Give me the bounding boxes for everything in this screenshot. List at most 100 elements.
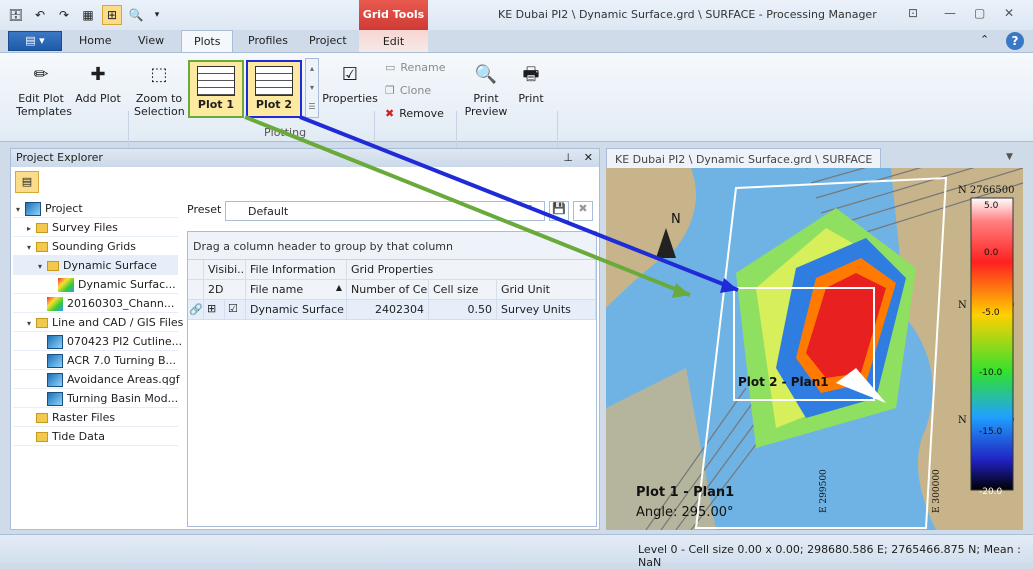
redo-icon[interactable]: ↷ — [54, 5, 74, 25]
table-row[interactable]: 🔗 ⊞ ☑ Dynamic Surface 2402304 0.50 Surve… — [188, 300, 596, 320]
svg-text:Plot 2 - Plan1: Plot 2 - Plan1 — [738, 375, 829, 389]
column-header[interactable]: Cell size — [429, 280, 497, 299]
column-header[interactable]: File name ▲ — [246, 280, 347, 299]
print-preview-button[interactable]: 🔍 Print Preview — [462, 59, 510, 118]
tree-item-label: 070423 PI2 Cutline... — [67, 335, 183, 348]
close-icon[interactable]: ✕ — [1004, 6, 1014, 20]
quick-access-toolbar: 🗄 ↶ ↷ ▦ ⊞ 🔍 ▾ — [6, 5, 164, 25]
file-menu-button[interactable]: ▤ ▾ — [8, 31, 62, 51]
collapse-ribbon-icon[interactable]: ⌃ — [980, 33, 989, 46]
tree-item[interactable]: ▾ Project — [13, 199, 178, 218]
tree-item[interactable]: Turning Basin Mod... — [13, 389, 178, 408]
expand-chevron-icon[interactable]: ▾ — [16, 200, 25, 219]
expand-chevron-icon[interactable]: ▸ — [27, 219, 36, 238]
expand-chevron-icon[interactable]: ▾ — [38, 257, 47, 276]
group-hint: Drag a column header to group by that co… — [188, 232, 596, 260]
restore-layout-icon[interactable]: ⊡ — [908, 6, 918, 20]
customize-qat-icon[interactable]: ▾ — [150, 5, 164, 25]
windows-icon[interactable]: ⊞ — [102, 5, 122, 25]
layer-icon — [47, 373, 63, 387]
pin-icon[interactable]: ⊥ — [563, 151, 573, 164]
print-button[interactable]: 🖶 Print — [514, 59, 548, 105]
edit-template-icon: ✏ — [33, 63, 49, 85]
chevron-down-icon[interactable]: ▾ — [527, 203, 532, 213]
expand-chevron-icon[interactable]: ▾ — [27, 238, 36, 257]
tree-item-label: Line and CAD / GIS Files — [52, 316, 184, 329]
column-header[interactable]: Grid Unit — [497, 280, 596, 299]
tree-item[interactable]: Avoidance Areas.qgf — [13, 370, 180, 389]
tree-item[interactable]: Tide Data — [13, 427, 178, 446]
group-header[interactable]: File Information — [246, 260, 347, 279]
folder-icon — [47, 261, 59, 271]
properties-button[interactable]: ☑ Properties — [322, 59, 378, 105]
plot-2-button[interactable]: Plot 2 — [246, 60, 302, 118]
svg-text:-20.0: -20.0 — [979, 487, 1003, 497]
undo-icon[interactable]: ↶ — [30, 5, 50, 25]
tree-item-label: ACR 7.0 Turning B... — [67, 354, 177, 367]
group-header[interactable]: Grid Properties — [347, 260, 596, 279]
explorer-header: Project Explorer ⊥ ✕ — [11, 149, 599, 167]
layer-icon — [47, 354, 63, 368]
tree-item[interactable]: ▾ Dynamic Surface — [13, 256, 178, 275]
minimize-icon[interactable]: — — [944, 6, 956, 20]
zoom-to-selection-button[interactable]: ⬚ Zoom to Selection — [134, 59, 185, 118]
folder-icon — [36, 413, 48, 423]
column-header[interactable]: 2D — [204, 280, 246, 299]
layer-icon — [47, 392, 63, 406]
tree-item[interactable]: 20160303_Chann... — [13, 294, 178, 313]
zoom-selection-icon: ⬚ — [150, 63, 168, 85]
visibility-checkbox[interactable]: ☑ — [225, 300, 246, 319]
column-header-row: 2D File name▲ Number of Cells Cell size … — [188, 280, 596, 300]
layers-toggle-icon[interactable]: ▤ — [15, 171, 39, 193]
zoom-icon[interactable]: 🔍 — [126, 5, 146, 25]
grid-select-icon[interactable]: ▦ — [78, 5, 98, 25]
save-preset-icon[interactable]: 💾 — [549, 201, 569, 221]
group-header[interactable]: Visibi... — [204, 260, 246, 279]
edit-plot-templates-button[interactable]: ✏ Edit Plot Templates — [16, 59, 72, 118]
tab-profiles[interactable]: Profiles — [248, 34, 288, 47]
remove-button[interactable]: ✖ Remove — [385, 107, 444, 120]
maximize-icon[interactable]: ▢ — [974, 6, 985, 20]
add-plot-icon: ✚ — [90, 63, 106, 85]
delete-preset-icon[interactable]: ✖ — [573, 201, 593, 221]
svg-text:0.0: 0.0 — [984, 248, 999, 258]
color-scale-bar — [970, 197, 1014, 491]
svg-text:-15.0: -15.0 — [979, 427, 1003, 437]
preset-select[interactable]: Default — [225, 201, 545, 221]
tree-item[interactable]: ▾ Sounding Grids — [13, 237, 178, 256]
expand-icon[interactable]: ⊞ — [204, 300, 225, 319]
expand-chevron-icon[interactable]: ▾ — [27, 314, 36, 333]
close-explorer-icon[interactable]: ✕ — [584, 151, 593, 164]
tree-item[interactable]: ACR 7.0 Turning B... — [13, 351, 178, 370]
column-header[interactable]: Number of Cells — [347, 280, 429, 299]
plot-1-button[interactable]: Plot 1 — [188, 60, 244, 118]
add-plot-button[interactable]: ✚ Add Plot — [74, 59, 122, 105]
tree-item[interactable]: Dynamic Surfac... — [13, 275, 178, 294]
tree-item-label: Sounding Grids — [52, 240, 136, 253]
tab-home[interactable]: Home — [79, 34, 111, 47]
tab-plots[interactable]: Plots — [181, 30, 234, 53]
tab-edit[interactable]: Edit — [359, 30, 428, 52]
tab-project[interactable]: Project — [309, 34, 347, 47]
tree-item-label: Tide Data — [52, 430, 105, 443]
svg-text:E 299500: E 299500 — [819, 469, 829, 513]
tree-item[interactable]: ▾ Line and CAD / GIS Files — [13, 313, 183, 333]
tree-item[interactable]: Raster Files — [13, 408, 178, 427]
gallery-scroll[interactable]: ▴ ▾ ☰ — [305, 58, 319, 118]
file-name-cell: Dynamic Surface — [246, 300, 347, 319]
status-bar: Level 0 - Cell size 0.00 x 0.00; 298680.… — [0, 534, 1033, 569]
database-icon[interactable]: 🗄 — [6, 5, 26, 25]
tab-menu-icon[interactable]: ▼ — [1006, 152, 1013, 162]
folder-icon — [36, 223, 48, 233]
tree-item[interactable]: 070423 PI2 Cutline... — [13, 332, 182, 351]
plot-layout-icon — [255, 66, 293, 96]
grid-panel: Preset Default ▾ 💾 ✖ Drag a column heade… — [187, 199, 599, 529]
map-svg: N Plot 2 - Plan1 Plot 1 - Plan1 Angle: 2… — [606, 168, 1023, 530]
help-icon[interactable]: ? — [1006, 32, 1024, 50]
rename-icon: ▭ — [385, 61, 396, 74]
rename-button[interactable]: ▭ Rename — [385, 61, 446, 74]
tree-item[interactable]: ▸ Survey Files — [13, 218, 178, 237]
tab-view[interactable]: View — [138, 34, 164, 47]
clone-button[interactable]: ❐ Clone — [385, 84, 431, 97]
map-canvas[interactable]: N Plot 2 - Plan1 Plot 1 - Plan1 Angle: 2… — [606, 168, 1023, 530]
